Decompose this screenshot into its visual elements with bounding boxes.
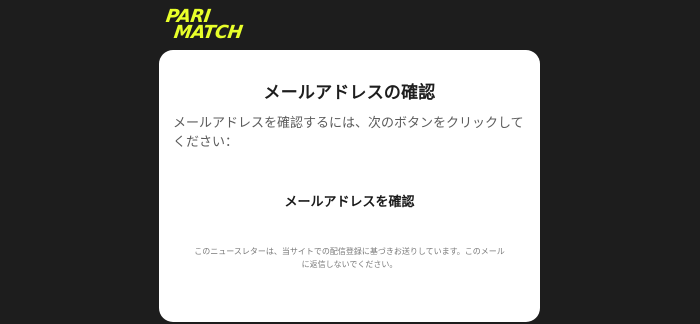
card-title: メールアドレスの確認 (263, 83, 436, 103)
confirm-email-button[interactable]: メールアドレスを確認 (159, 191, 540, 210)
parimatch-logo: PARI MATCH (165, 6, 262, 43)
confirmation-card: メールアドレスの確認 メールアドレスを確認するには、次のボタンをクリックしてくだ… (159, 50, 540, 322)
email-page: PARI MATCH メールアドレスの確認 メールアドレスを確認するには、次のボ… (0, 0, 700, 324)
card-body-text: メールアドレスを確認するには、次のボタンをクリックしてください： (173, 116, 524, 150)
footnote-text: このニュースレターは、当サイトでの配信登録に基づきお送りしています。このメールに… (194, 247, 505, 269)
logo-text-bottom: MATCH (172, 22, 244, 43)
